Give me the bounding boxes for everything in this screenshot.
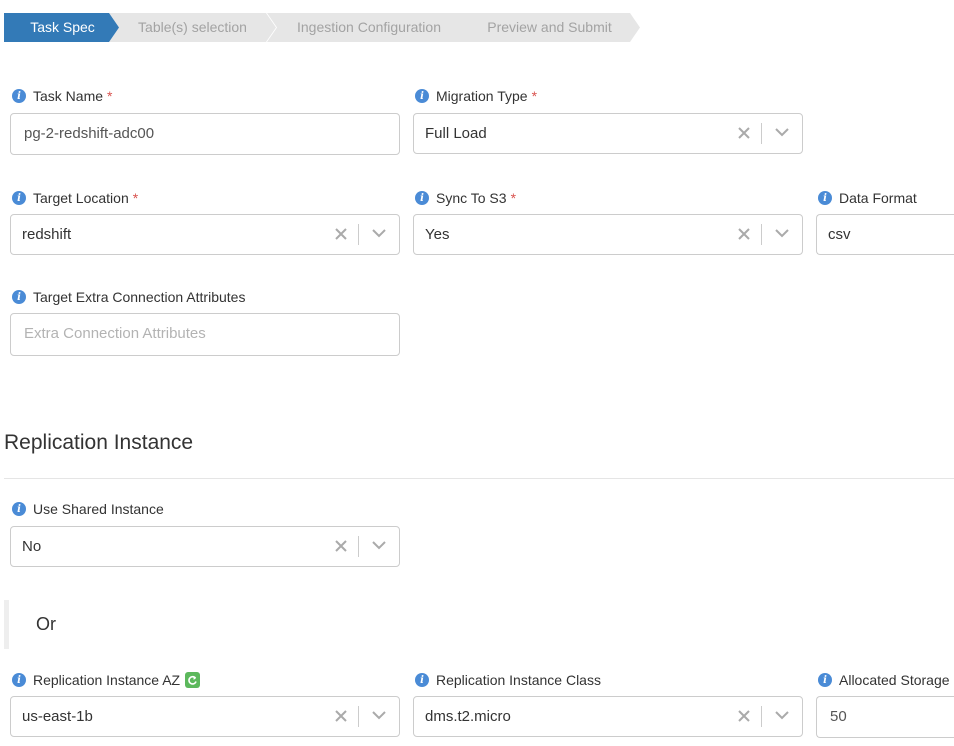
info-icon[interactable]: i bbox=[415, 89, 429, 103]
replication-az-select[interactable]: us-east-1b bbox=[10, 696, 400, 737]
info-icon[interactable]: i bbox=[415, 191, 429, 205]
use-shared-instance-select[interactable]: No bbox=[10, 526, 400, 567]
info-icon[interactable]: i bbox=[12, 191, 26, 205]
info-icon[interactable]: i bbox=[12, 290, 26, 304]
target-extra-label-text: Target Extra Connection Attributes bbox=[33, 289, 246, 305]
info-icon[interactable]: i bbox=[415, 673, 429, 687]
data-format-select[interactable]: csv bbox=[816, 214, 954, 255]
allocated-storage-label-text: Allocated Storage bbox=[839, 672, 950, 688]
data-format-value: csv bbox=[828, 226, 851, 243]
refresh-icon[interactable] bbox=[185, 672, 201, 688]
target-location-select[interactable]: redshift bbox=[10, 214, 400, 255]
separator bbox=[761, 224, 762, 245]
chevron-down-icon[interactable] bbox=[372, 215, 386, 238]
migration-type-value: Full Load bbox=[425, 125, 487, 142]
data-format-label-text: Data Format bbox=[839, 190, 917, 206]
replication-class-label-text: Replication Instance Class bbox=[436, 672, 601, 688]
wizard-step-preview-submit[interactable]: Preview and Submit bbox=[459, 13, 640, 42]
required-marker: * bbox=[531, 88, 538, 104]
info-icon[interactable]: i bbox=[818, 673, 832, 687]
wizard-step-task-spec[interactable]: Task Spec bbox=[4, 13, 121, 42]
sync-to-s3-value: Yes bbox=[425, 226, 450, 243]
separator bbox=[358, 224, 359, 245]
task-name-label: i Task Name * bbox=[12, 87, 112, 105]
clear-icon[interactable] bbox=[738, 215, 750, 240]
clear-icon[interactable] bbox=[335, 215, 347, 240]
target-extra-label: i Target Extra Connection Attributes bbox=[12, 288, 245, 306]
allocated-storage-input[interactable]: 50 bbox=[816, 696, 954, 738]
clear-icon[interactable] bbox=[335, 697, 347, 722]
info-icon[interactable]: i bbox=[12, 502, 26, 516]
clear-icon[interactable] bbox=[738, 114, 750, 139]
separator bbox=[761, 706, 762, 727]
wizard-steps: Task Spec Table(s) selection Ingestion C… bbox=[4, 13, 644, 42]
chevron-down-icon[interactable] bbox=[775, 215, 789, 238]
section-title: Replication Instance bbox=[4, 431, 194, 454]
replication-class-label: i Replication Instance Class bbox=[415, 671, 601, 689]
target-location-label: i Target Location * bbox=[12, 189, 138, 207]
replication-az-value: us-east-1b bbox=[22, 708, 93, 725]
migration-type-select[interactable]: Full Load bbox=[413, 113, 803, 154]
separator bbox=[761, 123, 762, 144]
wizard-step-ingestion-configuration[interactable]: Ingestion Configuration bbox=[267, 13, 471, 42]
migration-type-label-text: Migration Type bbox=[436, 88, 528, 104]
or-separator: Or bbox=[4, 600, 954, 649]
sync-to-s3-label-text: Sync To S3 bbox=[436, 190, 507, 206]
wizard-step-table-selection[interactable]: Table(s) selection bbox=[109, 13, 276, 42]
allocated-storage-label: i Allocated Storage bbox=[818, 671, 950, 689]
replication-class-select[interactable]: dms.t2.micro bbox=[413, 696, 803, 737]
replication-az-label: i Replication Instance AZ bbox=[12, 671, 201, 689]
extra-connection-attributes-input[interactable]: Extra Connection Attributes bbox=[10, 313, 400, 356]
chevron-down-icon[interactable] bbox=[372, 527, 386, 550]
data-format-label: i Data Format bbox=[818, 189, 917, 207]
separator bbox=[358, 536, 359, 557]
info-icon[interactable]: i bbox=[12, 673, 26, 687]
sync-to-s3-select[interactable]: Yes bbox=[413, 214, 803, 255]
chevron-down-icon[interactable] bbox=[775, 114, 789, 137]
separator bbox=[358, 706, 359, 727]
chevron-down-icon[interactable] bbox=[372, 697, 386, 720]
required-marker: * bbox=[107, 88, 113, 104]
or-text: Or bbox=[36, 614, 56, 634]
divider bbox=[4, 478, 954, 479]
use-shared-instance-value: No bbox=[22, 538, 42, 555]
sync-to-s3-label: i Sync To S3 * bbox=[415, 189, 516, 207]
required-marker: * bbox=[132, 190, 139, 206]
replication-az-label-text: Replication Instance AZ bbox=[33, 672, 181, 688]
target-location-value: redshift bbox=[22, 226, 72, 243]
clear-icon[interactable] bbox=[335, 527, 347, 552]
task-name-label-text: Task Name bbox=[33, 88, 104, 104]
required-marker: * bbox=[510, 190, 517, 206]
chevron-down-icon[interactable] bbox=[775, 697, 789, 720]
migration-type-label: i Migration Type * bbox=[415, 87, 537, 105]
use-shared-instance-label: i Use Shared Instance bbox=[12, 500, 164, 518]
target-location-label-text: Target Location bbox=[33, 190, 129, 206]
clear-icon[interactable] bbox=[738, 697, 750, 722]
info-icon[interactable]: i bbox=[818, 191, 832, 205]
replication-class-value: dms.t2.micro bbox=[425, 708, 511, 725]
task-name-input[interactable]: pg-2-redshift-adc00 bbox=[10, 113, 400, 155]
info-icon[interactable]: i bbox=[12, 89, 26, 103]
use-shared-instance-label-text: Use Shared Instance bbox=[33, 501, 164, 517]
